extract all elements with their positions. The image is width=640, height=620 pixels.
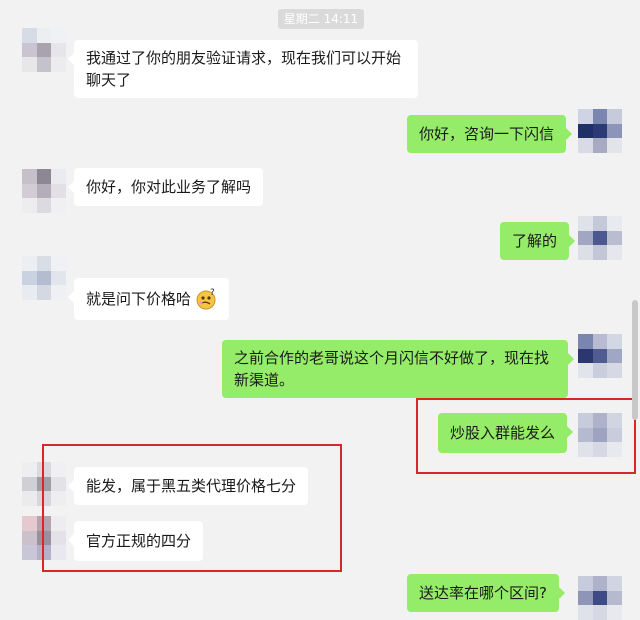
message-text: 就是问下价格哈	[86, 290, 192, 308]
message-bubble[interactable]: 你好，你对此业务了解吗	[67, 168, 264, 206]
user-avatar[interactable]	[578, 216, 622, 260]
message-text: 我通过了你的朋友验证请求，现在我们可以开始聊天了	[86, 49, 402, 89]
user-avatar[interactable]	[578, 109, 622, 153]
message-text: 了解的	[512, 232, 558, 250]
message-text: 送达率在哪个区间?	[419, 584, 547, 602]
user-avatar[interactable]	[578, 334, 622, 378]
contact-avatar[interactable]	[22, 256, 66, 300]
message-bubble[interactable]: 你好，咨询一下闪信	[407, 115, 573, 153]
contact-avatar[interactable]	[22, 28, 66, 72]
timestamp: 星期二 14:11	[278, 9, 364, 29]
user-avatar[interactable]	[578, 576, 622, 620]
message-text: 你好，咨询一下闪信	[419, 125, 555, 143]
message-bubble[interactable]: 之前合作的老哥说这个月闪信不好做了，现在找新渠道。	[222, 340, 574, 398]
highlight-box	[416, 398, 636, 474]
contact-avatar[interactable]	[22, 169, 66, 213]
message-bubble[interactable]: 了解的	[500, 222, 576, 260]
scrollbar[interactable]	[632, 300, 638, 420]
message-bubble[interactable]: 就是问下价格哈 ?	[67, 278, 230, 320]
thinking-face-emoji-icon: ?	[195, 288, 217, 310]
message-text: 你好，你对此业务了解吗	[86, 178, 252, 196]
highlight-box	[42, 444, 342, 572]
message-bubble[interactable]: 我通过了你的朋友验证请求，现在我们可以开始聊天了	[68, 40, 418, 98]
message-bubble[interactable]: 送达率在哪个区间?	[407, 574, 565, 612]
message-text: 之前合作的老哥说这个月闪信不好做了，现在找新渠道。	[234, 349, 550, 389]
svg-text:?: ?	[210, 288, 215, 298]
